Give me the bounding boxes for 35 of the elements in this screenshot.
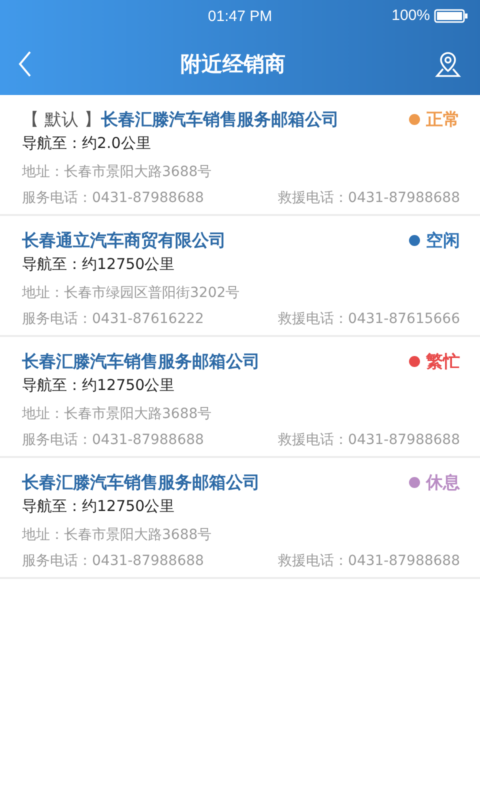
rescue-phone: 救援电话：0431-87988688 xyxy=(278,189,460,207)
dealer-name: 长春汇滕汽车销售服务邮箱公司 xyxy=(22,351,260,373)
back-button[interactable] xyxy=(18,50,32,76)
battery-icon xyxy=(434,8,468,22)
battery-percentage: 100% xyxy=(392,7,430,24)
status-label: 繁忙 xyxy=(426,351,460,373)
rescue-phone: 救援电话：0431-87988688 xyxy=(278,552,460,570)
distance-text: 导航至：约12750公里 xyxy=(22,376,176,395)
dealer-card[interactable]: 长春汇滕汽车销售服务邮箱公司 休息 导航至：约12750公里 地址：长春市景阳大路3688号 服务电话：0431-87988688 救援电话：0431-87988688 xyxy=(0,458,480,579)
dealer-card[interactable]: 长春通立汽车商贸有限公司 空闲 导航至：约12750公里 地址：长春市绿园区普阳街3202号 服务电话：0431-87616222 救援电话：0431-87615666 xyxy=(0,216,480,337)
service-phone: 服务电话：0431-87616222 xyxy=(22,310,204,328)
default-tag: 【 默认 】 xyxy=(22,108,101,131)
address-text: 地址：长春市绿园区普阳街3202号 xyxy=(22,284,241,302)
status-time: 01:47 PM xyxy=(208,8,272,24)
dealer-card[interactable]: 【 默认 】长春汇滕汽车销售服务邮箱公司 正常 导航至：约2.0公里 地址：长春市景阳大路3688号 服务电话：0431-87988688 救援电话：0431-87988688 xyxy=(0,95,480,216)
status-label: 休息 xyxy=(426,472,460,494)
address-text: 地址：长春市景阳大路3688号 xyxy=(22,526,213,544)
status-label: 正常 xyxy=(426,109,460,131)
service-phone: 服务电话：0431-87988688 xyxy=(22,431,204,449)
location-pin-button[interactable] xyxy=(434,50,462,78)
dealer-card[interactable]: 长春汇滕汽车销售服务邮箱公司 繁忙 导航至：约12750公里 地址：长春市景阳大路3688号 服务电话：0431-87988688 救援电话：0431-87988688 xyxy=(0,337,480,458)
address-text: 地址：长春市景阳大路3688号 xyxy=(22,163,213,181)
dealer-name: 长春汇滕汽车销售服务邮箱公司 xyxy=(22,472,260,494)
distance-text: 导航至：约2.0公里 xyxy=(22,134,152,153)
dealer-name: 长春通立汽车商贸有限公司 xyxy=(22,230,226,252)
distance-text: 导航至：约12750公里 xyxy=(22,497,176,516)
service-phone: 服务电话：0431-87988688 xyxy=(22,552,204,570)
address-text: 地址：长春市景阳大路3688号 xyxy=(22,405,213,423)
rescue-phone: 救援电话：0431-87988688 xyxy=(278,431,460,449)
status-label: 空闲 xyxy=(426,230,460,252)
page-title: 附近经销商 xyxy=(180,50,286,78)
distance-text: 导航至：约12750公里 xyxy=(22,255,176,274)
dealer-name: 长春汇滕汽车销售服务邮箱公司 xyxy=(100,109,339,131)
rescue-phone: 救援电话：0431-87615666 xyxy=(278,310,460,328)
service-phone: 服务电话：0431-87988688 xyxy=(22,189,204,207)
